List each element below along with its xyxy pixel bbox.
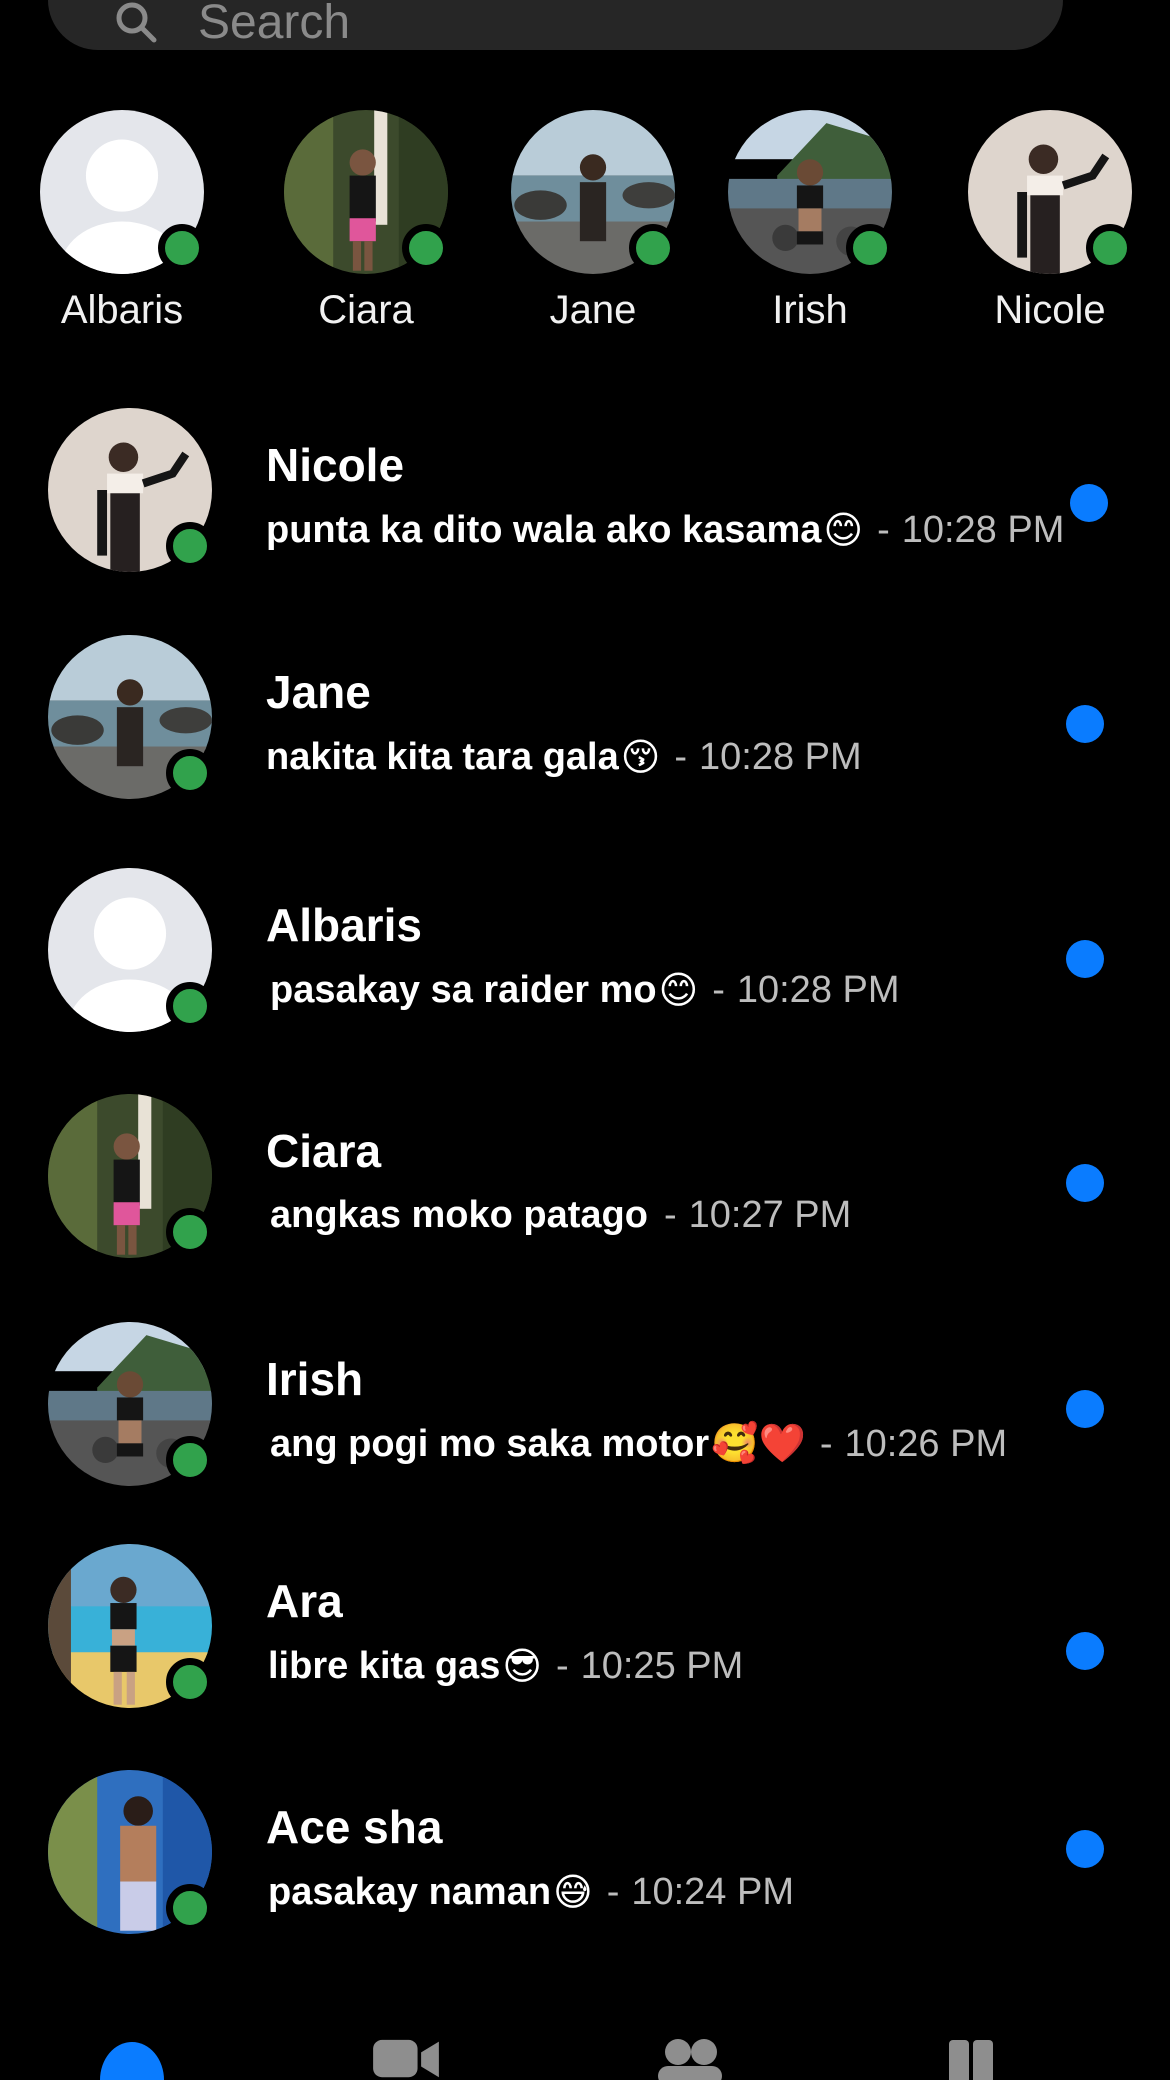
- story-nicole[interactable]: Nicole: [950, 110, 1150, 333]
- tab-calls[interactable]: [366, 2030, 446, 2080]
- message-emoji: 😎: [502, 1646, 542, 1688]
- chat-name: Ace sha: [266, 1801, 443, 1853]
- message-text: ang pogi mo saka motor: [270, 1422, 710, 1465]
- chat-preview: pasakay naman 😅 -10:24 PM: [268, 1870, 794, 1915]
- message-emoji: 🥰❤️: [711, 1423, 806, 1465]
- online-indicator: [166, 749, 214, 797]
- online-indicator: [166, 1658, 214, 1706]
- separator: -: [606, 1871, 620, 1913]
- chat-row-albaris[interactable]: Albaris pasakay sa raider mo 😊 -10:28 PM: [0, 868, 1170, 1068]
- online-indicator: [166, 1208, 214, 1256]
- timestamp: 10:27 PM: [688, 1194, 852, 1236]
- active-stories-row: Albaris Ciara Jane Irish Nicole: [0, 110, 1170, 340]
- message-emoji: 😅: [553, 1872, 593, 1914]
- message-text: pasakay naman: [268, 1871, 552, 1913]
- chat-preview: pasakay sa raider mo 😊 -10:28 PM: [270, 968, 900, 1013]
- online-indicator: [166, 982, 214, 1030]
- separator: -: [819, 1422, 833, 1465]
- story-name: Ciara: [318, 288, 414, 332]
- tab-people[interactable]: [650, 2030, 730, 2080]
- online-indicator: [402, 224, 450, 272]
- story-jane[interactable]: Jane: [493, 110, 693, 333]
- chat-row-ciara[interactable]: Ciara angkas moko patago -10:27 PM: [0, 1094, 1170, 1294]
- separator: -: [712, 969, 725, 1011]
- tab-stories[interactable]: [932, 2030, 1012, 2080]
- video-camera-icon: [373, 2039, 439, 2078]
- chat-preview: nakita kita tara gala 😚 -10:28 PM: [266, 735, 862, 780]
- chat-row-nicole[interactable]: Nicole punta ka dito wala ako kasama 😊 -10…: [0, 408, 1170, 608]
- chat-row-jane[interactable]: Jane nakita kita tara gala 😚 -10:28 PM: [0, 635, 1170, 835]
- online-indicator: [166, 522, 214, 570]
- online-indicator: [629, 224, 677, 272]
- message-text: angkas moko patago: [270, 1194, 648, 1236]
- chat-name: Ciara: [266, 1125, 382, 1177]
- chat-preview: angkas moko patago -10:27 PM: [270, 1194, 851, 1237]
- chat-preview: ang pogi mo saka motor 🥰❤️ -10:26 PM: [270, 1422, 1007, 1466]
- chat-row-ara[interactable]: Ara libre kita gas 😎 -10:25 PM: [0, 1544, 1170, 1744]
- separator: -: [877, 509, 890, 551]
- timestamp: 10:24 PM: [631, 1871, 794, 1913]
- timestamp: 10:26 PM: [844, 1422, 1008, 1465]
- story-irish[interactable]: Irish: [710, 110, 910, 333]
- separator: -: [555, 1645, 569, 1687]
- chat-row-ace-sha[interactable]: Ace sha pasakay naman 😅 -10:24 PM: [0, 1770, 1170, 1970]
- chat-name: Nicole: [266, 439, 405, 491]
- stories-icon: [949, 2040, 993, 2080]
- timestamp: 10:25 PM: [580, 1645, 744, 1687]
- story-name: Nicole: [994, 288, 1106, 332]
- message-text: libre kita gas: [268, 1645, 501, 1687]
- unread-indicator: [1066, 705, 1104, 743]
- unread-indicator: [1066, 940, 1104, 978]
- unread-indicator: [1066, 1632, 1104, 1670]
- message-emoji: 😚: [620, 737, 661, 779]
- unread-indicator: [1066, 1830, 1104, 1868]
- tab-chats[interactable]: [92, 2030, 172, 2080]
- chat-name: Ara: [266, 1575, 343, 1627]
- story-name: Jane: [549, 288, 637, 332]
- message-emoji: 😊: [658, 970, 699, 1012]
- story-name: Albaris: [60, 288, 184, 332]
- chat-name: Jane: [266, 666, 371, 718]
- search-placeholder: Search: [198, 0, 351, 49]
- people-icon: [658, 2039, 722, 2080]
- timestamp: 10:28 PM: [736, 969, 900, 1011]
- message-text: pasakay sa raider mo: [270, 969, 657, 1011]
- bottom-tab-bar: [0, 2030, 1170, 2080]
- separator: -: [663, 1194, 677, 1236]
- message-text: nakita kita tara gala: [266, 736, 619, 778]
- unread-indicator: [1066, 1164, 1104, 1202]
- chat-name: Albaris: [266, 899, 422, 951]
- search-bar[interactable]: Search: [48, 0, 1063, 50]
- online-indicator: [158, 224, 206, 272]
- online-indicator: [1086, 224, 1134, 272]
- story-name: Irish: [772, 288, 848, 332]
- online-indicator: [166, 1884, 214, 1932]
- chat-preview: punta ka dito wala ako kasama 😊 -10:28 PM: [266, 508, 1064, 553]
- unread-indicator: [1066, 1390, 1104, 1428]
- timestamp: 10:28 PM: [699, 736, 862, 778]
- message-emoji: 😊: [823, 510, 864, 552]
- message-text: punta ka dito wala ako kasama: [266, 509, 822, 551]
- separator: -: [674, 736, 688, 778]
- chat-preview: libre kita gas 😎 -10:25 PM: [268, 1644, 743, 1689]
- timestamp: 10:28 PM: [901, 509, 1065, 551]
- story-albaris[interactable]: Albaris: [22, 110, 222, 333]
- online-indicator: [166, 1436, 214, 1484]
- unread-indicator: [1070, 484, 1108, 522]
- search-icon: [114, 0, 158, 44]
- chat-row-irish[interactable]: Irish ang pogi mo saka motor 🥰❤️ -10:26 PM: [0, 1322, 1170, 1522]
- chat-name: Irish: [266, 1353, 364, 1405]
- story-ciara[interactable]: Ciara: [266, 110, 466, 333]
- chat-bubble-icon: [100, 2042, 164, 2080]
- online-indicator: [846, 224, 894, 272]
